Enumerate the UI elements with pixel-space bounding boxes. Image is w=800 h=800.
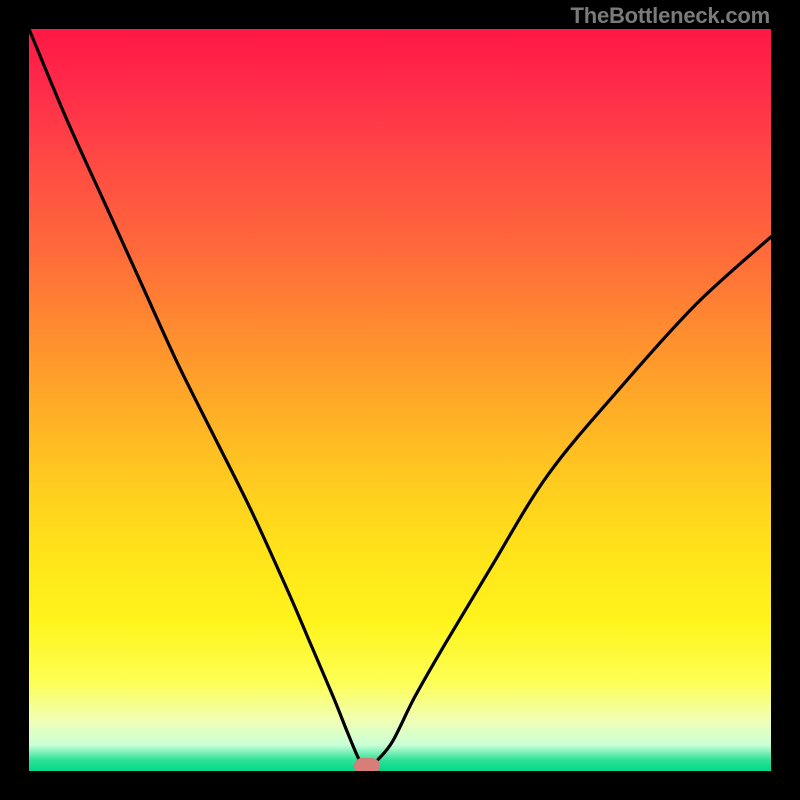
bottleneck-curve bbox=[29, 29, 771, 771]
chart-frame: TheBottleneck.com bbox=[0, 0, 800, 800]
watermark-text: TheBottleneck.com bbox=[570, 3, 770, 29]
plot-area bbox=[29, 29, 771, 771]
optimal-marker bbox=[354, 758, 380, 771]
